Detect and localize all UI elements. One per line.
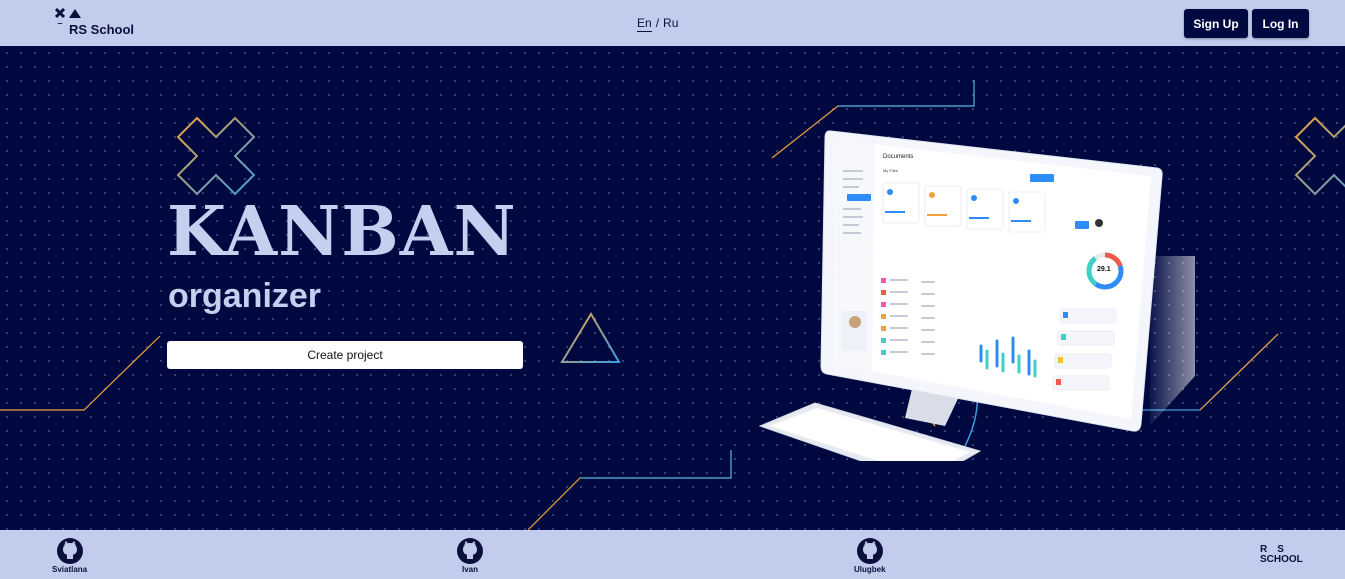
x-shape-right-icon [1294, 116, 1345, 196]
page-subtitle: organizer [168, 277, 322, 315]
github-icon [56, 538, 83, 564]
log-in-button[interactable]: Log In [1252, 9, 1309, 38]
sign-up-button[interactable]: Sign Up [1184, 9, 1248, 38]
language-switcher: En / Ru [637, 16, 678, 32]
developer-name: Ulugbek [854, 565, 886, 574]
screen-page-title: Documents [883, 154, 913, 160]
github-icon [457, 538, 483, 564]
github-icon [856, 538, 883, 564]
developer-name: Ivan [461, 565, 478, 574]
lang-en-link[interactable]: En [637, 16, 652, 32]
logo-text: RS School [69, 22, 135, 37]
triangle-shape-icon [560, 312, 621, 363]
lang-ru-link[interactable]: Ru [663, 16, 678, 32]
x-shape-icon [176, 116, 256, 196]
github-link-ivan[interactable]: Ivan [456, 537, 484, 574]
sidebar-active-item [847, 194, 871, 201]
github-link-ulugbek[interactable]: Ulugbek [854, 537, 886, 574]
storage-value: 29.1 [1097, 266, 1111, 273]
header: RS School En / Ru Sign Up Log In [0, 0, 1345, 46]
rs-school-footer-logo[interactable]: RS SCHOOL [1258, 544, 1310, 568]
footer: Sviatlana Ivan Ulugbek RS SCHOOL [0, 530, 1345, 579]
lang-separator: / [655, 16, 660, 30]
hero-section: KANBAN organizer Create project Document… [0, 46, 1345, 530]
create-project-button[interactable]: Create project [167, 341, 523, 369]
page-title: KANBAN [167, 192, 517, 272]
developer-name: Sviatlana [52, 565, 88, 574]
rs-school-line2: SCHOOL [1260, 554, 1303, 565]
screen-section: My Files [883, 168, 898, 173]
rs-school-logo[interactable]: RS School [55, 8, 135, 38]
computer-illustration: Documents My Files 29.1 [758, 130, 1195, 461]
github-link-sviatlana[interactable]: Sviatlana [52, 537, 87, 574]
